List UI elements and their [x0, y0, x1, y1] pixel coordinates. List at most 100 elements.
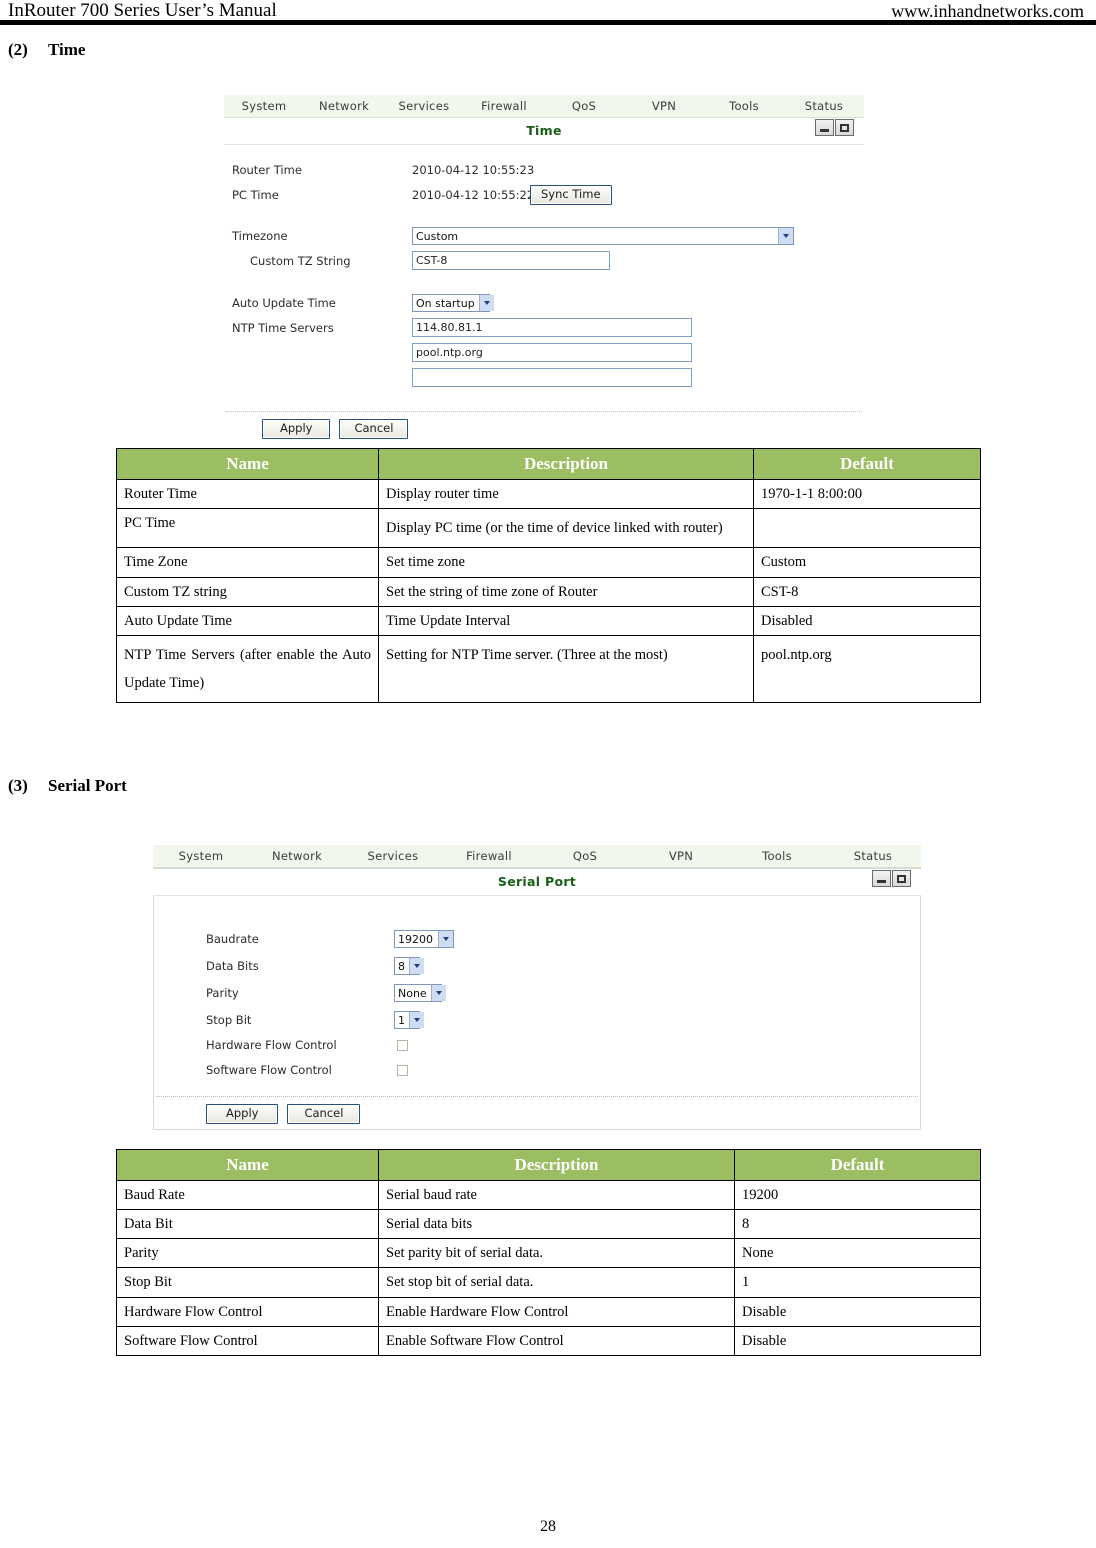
- chevron-down-icon[interactable]: [438, 931, 453, 947]
- cell-description: Set parity bit of serial data.: [378, 1238, 735, 1269]
- table-row: Software Flow Control Enable Software Fl…: [116, 1325, 981, 1356]
- table-row: NTP Time Servers (after enable the Auto …: [116, 634, 981, 704]
- cell-description: Enable Software Flow Control: [378, 1325, 735, 1356]
- row-ntp-server-3: [412, 368, 692, 387]
- minimize-icon[interactable]: [872, 870, 891, 887]
- row-auto-update: Auto Update Time On startup: [232, 294, 494, 312]
- section-number-3: (3): [8, 776, 28, 795]
- nav-item-services[interactable]: Services: [345, 849, 441, 863]
- cell-description: Set stop bit of serial data.: [378, 1267, 735, 1298]
- ntp-server-2-input[interactable]: pool.ntp.org: [412, 343, 692, 362]
- timezone-select-value: Custom: [416, 229, 459, 243]
- nav-item-network[interactable]: Network: [249, 849, 345, 863]
- header-rule: [0, 20, 1096, 25]
- ntp-server-3-input[interactable]: [412, 368, 692, 387]
- custom-tz-label: Custom TZ String: [250, 253, 351, 268]
- row-ntp-server-2: pool.ntp.org: [412, 343, 692, 362]
- cell-default: [753, 508, 981, 549]
- cell-default: 1970-1-1 8:00:00: [753, 478, 981, 510]
- cell-default: Custom: [753, 547, 981, 578]
- row-data-bits: Data Bits 8: [206, 957, 424, 975]
- serial-panel-title: Serial Port: [497, 874, 577, 889]
- data-bits-value: 8: [398, 959, 405, 973]
- manual-website: www.inhandnetworks.com: [891, 1, 1084, 21]
- page-header: InRouter 700 Series User’s Manual www.in…: [0, 0, 1096, 30]
- nav-item-qos[interactable]: QoS: [537, 849, 633, 863]
- cell-description: Set the string of time zone of Router: [378, 576, 754, 607]
- serial-port-settings-panel: System Network Services Firewall QoS VPN…: [153, 845, 921, 1130]
- custom-tz-input[interactable]: CST-8: [412, 251, 610, 270]
- row-ntp-servers: NTP Time Servers 114.80.81.1: [232, 318, 692, 337]
- cell-name: NTP Time Servers (after enable the Auto …: [116, 634, 379, 704]
- router-time-value: 2010-04-12 10:55:23: [412, 163, 535, 177]
- time-cancel-button[interactable]: Cancel: [339, 419, 409, 439]
- cell-name: Stop Bit: [116, 1267, 379, 1298]
- cell-default: 1: [734, 1267, 981, 1298]
- column-header-description: Description: [378, 1149, 735, 1181]
- serial-apply-button[interactable]: Apply: [206, 1104, 279, 1124]
- nav-item-vpn[interactable]: VPN: [624, 99, 704, 113]
- nav-item-system[interactable]: System: [224, 99, 304, 113]
- timezone-select[interactable]: Custom: [412, 227, 794, 245]
- cell-description: Time Update Interval: [378, 605, 754, 636]
- nav-item-status[interactable]: Status: [784, 99, 864, 113]
- data-bits-select[interactable]: 8: [394, 957, 424, 975]
- table-row: Hardware Flow Control Enable Hardware Fl…: [116, 1296, 981, 1327]
- pc-time-value: 2010-04-12 10:55:22: [412, 188, 535, 202]
- row-router-time: Router Time 2010-04-12 10:55:23: [232, 163, 534, 177]
- nav-item-qos[interactable]: QoS: [544, 99, 624, 113]
- baudrate-value: 19200: [398, 932, 433, 946]
- cell-default: CST-8: [753, 576, 981, 607]
- serial-panel-window-buttons: [872, 870, 911, 887]
- baudrate-select[interactable]: 19200: [394, 930, 454, 948]
- table-row: Custom TZ string Set the string of time …: [116, 576, 981, 607]
- time-panel-body: Router Time 2010-04-12 10:55:23 PC Time …: [224, 145, 864, 445]
- serial-cancel-button[interactable]: Cancel: [287, 1104, 361, 1124]
- cell-name: Hardware Flow Control: [116, 1296, 379, 1327]
- maximize-icon[interactable]: [835, 119, 854, 136]
- nav-item-network[interactable]: Network: [304, 99, 384, 113]
- cell-description: Display router time: [378, 478, 754, 510]
- cell-name: Software Flow Control: [116, 1325, 379, 1356]
- chevron-down-icon[interactable]: [409, 1012, 424, 1028]
- chevron-down-icon[interactable]: [430, 985, 446, 1001]
- minimize-icon[interactable]: [815, 119, 834, 136]
- table-row: Baud Rate Serial baud rate 19200: [116, 1179, 981, 1211]
- cell-default: Disabled: [753, 605, 981, 636]
- section-title-serial-port: Serial Port: [48, 776, 127, 795]
- hardware-flow-control-checkbox[interactable]: [397, 1039, 408, 1051]
- chevron-down-icon[interactable]: [778, 228, 793, 244]
- ntp-server-1-input[interactable]: 114.80.81.1: [412, 318, 692, 337]
- nav-item-vpn[interactable]: VPN: [633, 849, 729, 863]
- sync-time-button[interactable]: Sync Time: [530, 185, 612, 205]
- table-row: Router Time Display router time 1970-1-1…: [116, 478, 981, 510]
- table-row: Time Zone Set time zone Custom: [116, 547, 981, 578]
- row-stop-bit: Stop Bit 1: [206, 1011, 424, 1029]
- chevron-down-icon[interactable]: [409, 958, 424, 974]
- stop-bit-select[interactable]: 1: [394, 1011, 424, 1029]
- auto-update-time-value: On startup: [416, 296, 475, 310]
- baudrate-label: Baudrate: [206, 932, 259, 946]
- row-parity: Parity None: [206, 984, 446, 1002]
- parity-select[interactable]: None: [394, 984, 446, 1002]
- software-flow-control-checkbox[interactable]: [397, 1064, 408, 1076]
- column-header-default: Default: [753, 448, 981, 480]
- nav-item-tools[interactable]: Tools: [729, 849, 825, 863]
- cell-name: Time Zone: [116, 547, 379, 578]
- time-parameters-table: Name Description Default Router Time Dis…: [116, 448, 981, 704]
- nav-item-services[interactable]: Services: [384, 99, 464, 113]
- nav-item-status[interactable]: Status: [825, 849, 921, 863]
- nav-item-tools[interactable]: Tools: [704, 99, 784, 113]
- cell-description: Serial baud rate: [378, 1179, 735, 1211]
- time-panel-window-buttons: [815, 119, 854, 136]
- nav-item-firewall[interactable]: Firewall: [464, 99, 544, 113]
- auto-update-time-select[interactable]: On startup: [412, 294, 494, 312]
- time-panel-navbar: System Network Services Firewall QoS VPN…: [224, 95, 864, 118]
- chevron-down-icon[interactable]: [478, 295, 494, 311]
- section-heading-time: (2) Time: [8, 40, 85, 60]
- time-apply-button[interactable]: Apply: [262, 419, 331, 439]
- maximize-icon[interactable]: [892, 870, 911, 887]
- nav-item-firewall[interactable]: Firewall: [441, 849, 537, 863]
- nav-item-system[interactable]: System: [153, 849, 249, 863]
- cell-name: Custom TZ string: [116, 576, 379, 607]
